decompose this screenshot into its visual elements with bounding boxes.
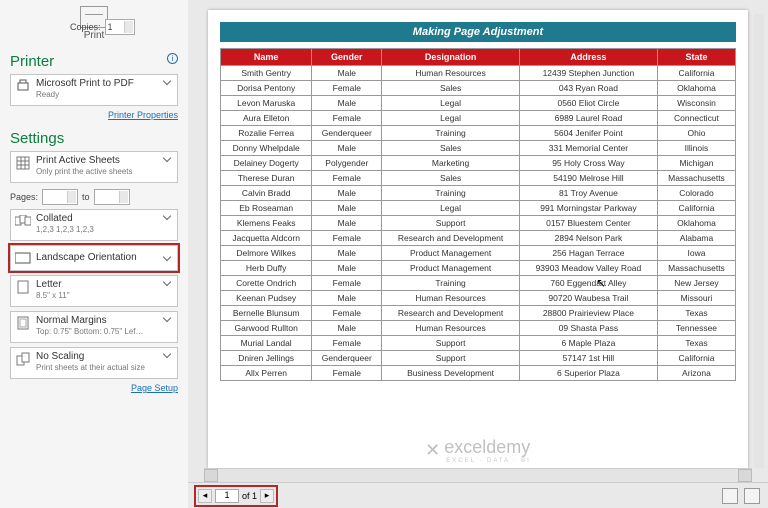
column-header: State — [657, 49, 735, 66]
pages-label: Pages: — [10, 192, 38, 202]
printer-properties-link[interactable]: Printer Properties — [10, 110, 178, 120]
info-icon[interactable]: i — [167, 53, 178, 64]
landscape-icon — [15, 250, 31, 266]
table-row: Garwood RulltonMaleHuman Resources09 Sha… — [221, 321, 736, 336]
copies-label: Copies: — [70, 22, 101, 32]
preview-footer: ◂ 1 of 1 ▸ — [188, 482, 768, 508]
print-sidebar: Print Copies: 1 Printer i Microsoft Prin… — [0, 0, 188, 508]
table-row: Murial LandalFemaleSupport6 Maple PlazaT… — [221, 336, 736, 351]
table-row: Keenan PudseyMaleHuman Resources90720 Wa… — [221, 291, 736, 306]
pages-to-label: to — [82, 192, 90, 202]
table-row: Corette OndrichFemaleTraining760 Eggenda… — [221, 276, 736, 291]
chevron-down-icon — [163, 350, 171, 358]
orientation-dropdown[interactable]: Landscape Orientation — [10, 245, 178, 271]
table-row: Levon MaruskaMaleLegal0560 Eliot CircleW… — [221, 96, 736, 111]
collated-icon — [15, 213, 31, 229]
chevron-down-icon — [163, 77, 171, 85]
table-row: Delmore WilkesMaleProduct Management256 … — [221, 246, 736, 261]
copies-row: Copies: 1 — [70, 19, 178, 35]
printer-name: Microsoft Print to PDF — [36, 78, 159, 90]
prev-page-button[interactable]: ◂ — [198, 489, 212, 503]
table-row: Donny WhelpdaleMaleSales331 Memorial Cen… — [221, 141, 736, 156]
page-number-input[interactable]: 1 — [215, 489, 239, 503]
table-row: Delainey DogertyPolygenderMarketing95 Ho… — [221, 156, 736, 171]
scaling-icon — [15, 351, 31, 367]
printer-status: Ready — [36, 90, 159, 99]
chevron-down-icon — [163, 212, 171, 220]
print-what-dropdown[interactable]: Print Active Sheets Only print the activ… — [10, 151, 178, 183]
show-margins-button[interactable] — [722, 488, 738, 504]
table-row: Allx PerrenFemaleBusiness Development6 S… — [221, 366, 736, 381]
table-row: Smith GentryMaleHuman Resources12439 Ste… — [221, 66, 736, 81]
table-row: Dniren JellingsGenderqueerSupport57147 1… — [221, 351, 736, 366]
column-header: Designation — [382, 49, 520, 66]
settings-section-title: Settings — [10, 130, 178, 147]
scaling-dropdown[interactable]: No Scaling Print sheets at their actual … — [10, 347, 178, 379]
table-row: Klemens FeaksMaleSupport0157 Bluestem Ce… — [221, 216, 736, 231]
table-row: Calvin BraddMaleTraining81 Troy AvenueCo… — [221, 186, 736, 201]
table-row: Eb RoseamanMaleLegal991 Morningstar Park… — [221, 201, 736, 216]
print-preview-pane: Making Page Adjustment NameGenderDesigna… — [188, 0, 768, 508]
column-header: Name — [221, 49, 312, 66]
vertical-scrollbar[interactable] — [754, 14, 764, 468]
page-nav-highlight: ◂ 1 of 1 ▸ — [196, 487, 276, 505]
chevron-down-icon — [163, 154, 171, 162]
page-of-label: of 1 — [242, 491, 257, 501]
page-icon — [15, 279, 31, 295]
table-row: Therese DuranFemaleSales54190 Melrose Hi… — [221, 171, 736, 186]
column-header: Gender — [312, 49, 382, 66]
chevron-down-icon — [163, 253, 171, 261]
paper-size-dropdown[interactable]: Letter 8.5" x 11" — [10, 275, 178, 307]
table-row: Rozalie FerreaGenderqueerTraining5604 Je… — [221, 126, 736, 141]
collation-dropdown[interactable]: Collated 1,2,3 1,2,3 1,2,3 — [10, 209, 178, 241]
data-table: NameGenderDesignationAddressState Smith … — [220, 48, 736, 381]
table-row: Bernelle BlunsumFemaleResearch and Devel… — [221, 306, 736, 321]
pages-from-stepper[interactable] — [42, 189, 78, 205]
pages-to-stepper[interactable] — [94, 189, 130, 205]
next-page-button[interactable]: ▸ — [260, 489, 274, 503]
margins-icon — [15, 315, 31, 331]
chevron-down-icon — [163, 278, 171, 286]
sheets-icon — [15, 155, 31, 171]
preview-page: Making Page Adjustment NameGenderDesigna… — [208, 10, 748, 468]
margins-dropdown[interactable]: Normal Margins Top: 0.75" Bottom: 0.75" … — [10, 311, 178, 343]
scroll-right-button[interactable] — [738, 469, 752, 482]
table-row: Herb DuffyMaleProduct Management93903 Me… — [221, 261, 736, 276]
horizontal-scrollbar[interactable] — [204, 468, 752, 482]
copies-stepper[interactable]: 1 — [105, 19, 135, 35]
table-row: Jacquetta AldcornFemaleResearch and Deve… — [221, 231, 736, 246]
table-row: Dorisa PentonyFemaleSales043 Ryan RoadOk… — [221, 81, 736, 96]
column-header: Address — [519, 49, 657, 66]
printer-dropdown[interactable]: Microsoft Print to PDF Ready — [10, 74, 178, 106]
printer-status-icon — [15, 78, 31, 94]
pages-range-row: Pages: to — [10, 189, 178, 205]
chevron-down-icon — [163, 314, 171, 322]
printer-section-title: Printer — [10, 53, 178, 70]
scroll-left-button[interactable] — [204, 469, 218, 482]
sheet-title-banner: Making Page Adjustment — [220, 22, 736, 42]
table-row: Aura ElletonFemaleLegal6989 Laurel RoadC… — [221, 111, 736, 126]
zoom-to-page-button[interactable] — [744, 488, 760, 504]
page-setup-link[interactable]: Page Setup — [10, 383, 178, 393]
